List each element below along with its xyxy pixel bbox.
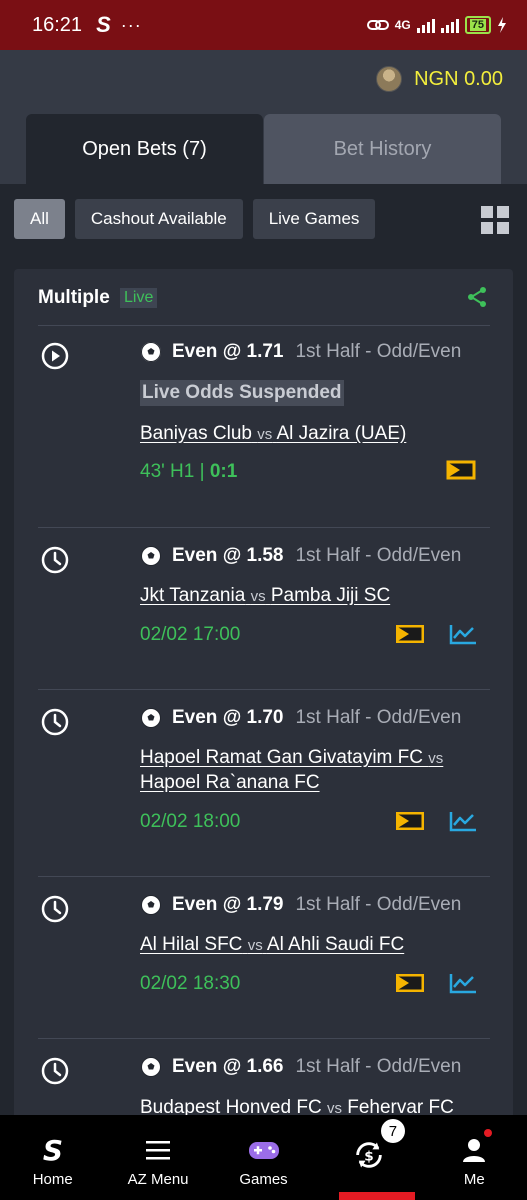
bet-count-badge: 7 bbox=[380, 1119, 405, 1143]
clock-icon bbox=[41, 708, 69, 736]
filter-cashout-available[interactable]: Cashout Available bbox=[74, 199, 243, 239]
soccer-ball-icon bbox=[141, 1057, 161, 1077]
stats-chart-icon[interactable] bbox=[449, 810, 477, 832]
market-name: 1st Half - Odd/Even bbox=[295, 341, 462, 362]
selection-row: Even @ 1.79 1st Half - Odd/Even Al Hilal… bbox=[14, 876, 513, 1038]
menu-icon bbox=[146, 1141, 171, 1160]
soccer-ball-icon bbox=[141, 708, 161, 728]
market-name: 1st Half - Odd/Even bbox=[295, 545, 462, 566]
avatar[interactable] bbox=[376, 66, 403, 92]
charging-icon bbox=[498, 17, 506, 33]
nav-games-label: Games bbox=[239, 1171, 288, 1188]
share-icon[interactable] bbox=[465, 285, 489, 309]
selection-pick-line: Even @ 1.66 1st Half - Odd/Even bbox=[140, 1056, 461, 1078]
pick-odds: Even @ 1.71 bbox=[172, 341, 284, 362]
live-stream-icon[interactable] bbox=[395, 973, 425, 993]
app-logo-icon: S bbox=[96, 12, 111, 37]
signal-2-icon bbox=[440, 17, 459, 33]
bet-card: Multiple Live Even @ 1.71 1st Half - Odd… bbox=[14, 269, 513, 1129]
match-link[interactable]: Al Hilal SFC vs Al Ahli Saudi FC bbox=[140, 933, 480, 958]
pick-odds: Even @ 1.58 bbox=[172, 545, 284, 566]
active-tab-indicator bbox=[339, 1192, 415, 1200]
live-stream-icon[interactable] bbox=[395, 811, 425, 831]
clock-icon bbox=[41, 546, 69, 574]
status-time: 16:21 bbox=[32, 13, 83, 36]
nav-open-bets[interactable]: $ 7 bbox=[316, 1115, 421, 1200]
match-link[interactable]: Hapoel Ramat Gan Givatayim FC vs Hapoel … bbox=[140, 746, 480, 795]
pick-odds: Even @ 1.70 bbox=[172, 707, 284, 728]
play-icon[interactable] bbox=[40, 341, 70, 371]
svg-text:S: S bbox=[43, 1135, 63, 1165]
battery-level: 75 bbox=[469, 19, 486, 31]
selection-pick-line: Even @ 1.71 1st Half - Odd/Even bbox=[140, 341, 461, 363]
battery-icon: 75 bbox=[464, 16, 491, 34]
market-name: 1st Half - Odd/Even bbox=[295, 707, 462, 728]
home-logo-icon: S bbox=[43, 1135, 63, 1165]
notification-dot bbox=[484, 1129, 493, 1137]
balance-row[interactable]: NGN 0.00 bbox=[376, 66, 503, 92]
stats-chart-icon[interactable] bbox=[449, 972, 477, 994]
soccer-ball-icon bbox=[141, 342, 161, 362]
tab-bet-history[interactable]: Bet History bbox=[264, 114, 501, 184]
grid-view-icon[interactable] bbox=[481, 206, 509, 234]
profile-icon bbox=[463, 1139, 486, 1162]
selection-pick-line: Even @ 1.58 1st Half - Odd/Even bbox=[140, 545, 461, 567]
suspended-label: Live Odds Suspended bbox=[140, 380, 344, 406]
match-link[interactable]: Baniyas Club vs Al Jazira (UAE) bbox=[140, 422, 480, 447]
open-bets-panel: All Cashout Available Live Games Multipl… bbox=[0, 184, 527, 1129]
selection-row: Even @ 1.58 1st Half - Odd/Even Jkt Tanz… bbox=[14, 527, 513, 689]
match-start-time: 02/02 17:00 bbox=[140, 624, 241, 645]
nav-me[interactable]: Me bbox=[422, 1115, 527, 1200]
link-icon bbox=[366, 20, 389, 30]
match-status: 43' H1 | 0:1 bbox=[140, 461, 238, 482]
nav-az-menu-label: AZ Menu bbox=[127, 1171, 189, 1188]
selection-pick-line: Even @ 1.79 1st Half - Odd/Even bbox=[140, 894, 461, 916]
match-start-time: 02/02 18:00 bbox=[140, 811, 241, 832]
svg-text:$: $ bbox=[364, 1149, 373, 1165]
nav-az-menu[interactable]: AZ Menu bbox=[105, 1115, 210, 1200]
filter-bar: All Cashout Available Live Games bbox=[14, 199, 376, 239]
cashout-icon: $ bbox=[356, 1142, 382, 1168]
live-stream-icon[interactable] bbox=[446, 460, 476, 480]
market-name: 1st Half - Odd/Even bbox=[295, 1056, 462, 1077]
bet-type: Multiple bbox=[38, 287, 110, 308]
soccer-ball-icon bbox=[141, 895, 161, 915]
match-link[interactable]: Jkt Tanzania vs Pamba Jiji SC bbox=[140, 584, 480, 609]
market-name: 1st Half - Odd/Even bbox=[295, 894, 462, 915]
stats-chart-icon[interactable] bbox=[449, 623, 477, 645]
network-type: 4G bbox=[394, 18, 411, 32]
more-notifications-icon: ··· bbox=[120, 14, 142, 35]
nav-home-label: Home bbox=[32, 1171, 73, 1188]
balance-amount: NGN 0.00 bbox=[414, 67, 503, 90]
live-stream-icon[interactable] bbox=[395, 624, 425, 644]
clock-icon bbox=[41, 1057, 69, 1085]
filter-all[interactable]: All bbox=[14, 199, 65, 239]
filter-live-games[interactable]: Live Games bbox=[252, 199, 376, 239]
selection-row: Even @ 1.70 1st Half - Odd/Even Hapoel R… bbox=[14, 689, 513, 876]
bottom-nav: S Home AZ Menu Games $ 7 Me bbox=[0, 1115, 527, 1200]
tab-open-bets[interactable]: Open Bets (7) bbox=[26, 114, 263, 184]
status-indicators: 4G 75 bbox=[366, 16, 507, 34]
signal-icon bbox=[416, 17, 435, 33]
pick-odds: Even @ 1.66 bbox=[172, 1056, 284, 1077]
clock-icon bbox=[41, 895, 69, 923]
selection-row: Even @ 1.71 1st Half - Odd/Even Live Odd… bbox=[14, 325, 513, 527]
nav-home[interactable]: S Home bbox=[0, 1115, 105, 1200]
selection-pick-line: Even @ 1.70 1st Half - Odd/Even bbox=[140, 707, 461, 729]
pick-odds: Even @ 1.79 bbox=[172, 894, 284, 915]
status-bar: 16:21 S ··· 4G 75 bbox=[0, 0, 527, 50]
nav-games[interactable]: Games bbox=[211, 1115, 316, 1200]
soccer-ball-icon bbox=[141, 546, 161, 566]
gamepad-icon bbox=[248, 1142, 279, 1159]
bet-card-header: Multiple Live bbox=[14, 269, 513, 325]
nav-me-label: Me bbox=[463, 1171, 485, 1188]
live-badge: Live bbox=[120, 288, 158, 308]
match-start-time: 02/02 18:30 bbox=[140, 973, 241, 994]
live-score: 0:1 bbox=[209, 461, 238, 482]
